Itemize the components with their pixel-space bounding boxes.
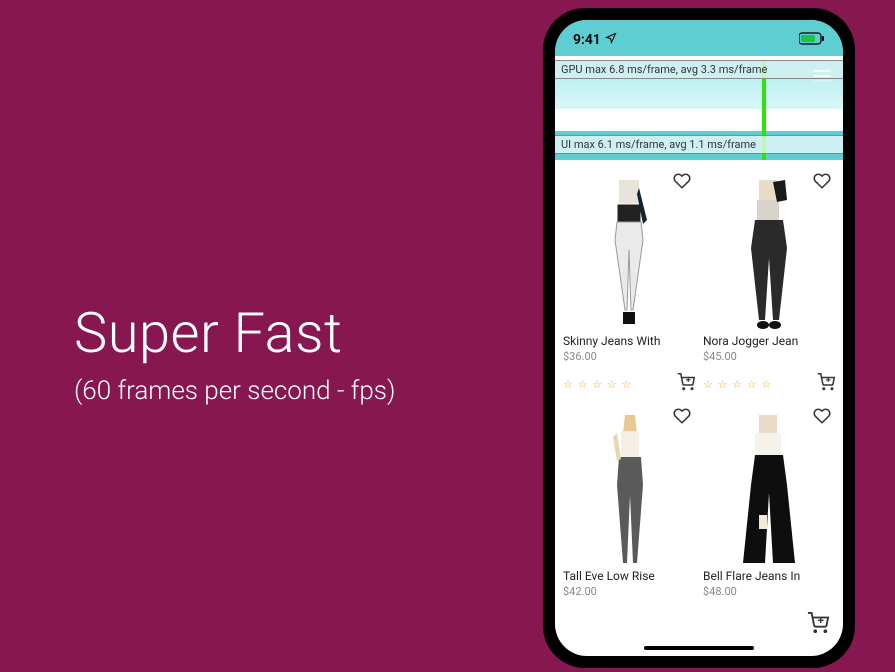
ui-perf-row: UI max 6.1 ms/frame, avg 1.1 ms/frame (555, 135, 843, 154)
product-card[interactable]: Nora Jogger Jean $45.00 ☆ ☆ ☆ ☆ ☆ (703, 164, 835, 395)
status-bar: 9:41 (555, 20, 843, 56)
phone-mockup: 9:41 GPU max 6.8 ms/frame, avg 3.3 ms/fr… (543, 8, 855, 668)
phone-screen: 9:41 GPU max 6.8 ms/frame, avg 3.3 ms/fr… (555, 20, 843, 656)
battery-icon (799, 32, 825, 49)
status-time: 9:41 (573, 32, 601, 48)
slide-subtitle: (60 frames per second - fps) (74, 376, 395, 406)
location-arrow-icon (605, 32, 617, 48)
product-title: Bell Flare Jeans In (703, 569, 835, 583)
product-price: $45.00 (703, 350, 835, 363)
product-title: Skinny Jeans With (563, 334, 695, 348)
home-indicator[interactable] (644, 646, 754, 650)
product-price: $42.00 (563, 585, 695, 598)
product-title: Tall Eve Low Rise (563, 569, 695, 583)
product-grid[interactable]: Skinny Jeans With $36.00 ☆ ☆ ☆ ☆ ☆ (555, 160, 843, 598)
slide-title: Super Fast (74, 300, 395, 366)
gpu-perf-row: GPU max 6.8 ms/frame, avg 3.3 ms/frame (555, 60, 843, 79)
rating-stars[interactable]: ☆ ☆ ☆ ☆ ☆ (563, 378, 632, 391)
product-card[interactable]: Tall Eve Low Rise $42.00 (563, 399, 695, 598)
performance-overlay: GPU max 6.8 ms/frame, avg 3.3 ms/frame U… (555, 60, 843, 160)
heart-icon[interactable] (813, 407, 831, 429)
rating-stars[interactable]: ☆ ☆ ☆ ☆ ☆ (703, 378, 772, 391)
heart-icon[interactable] (813, 172, 831, 194)
add-to-cart-icon[interactable] (677, 373, 695, 395)
product-price: $48.00 (703, 585, 835, 598)
product-price: $36.00 (563, 350, 695, 363)
heart-icon[interactable] (673, 407, 691, 429)
add-to-cart-icon[interactable] (807, 612, 829, 638)
product-card[interactable]: Bell Flare Jeans In $48.00 (703, 399, 835, 598)
product-title: Nora Jogger Jean (703, 334, 835, 348)
heart-icon[interactable] (673, 172, 691, 194)
add-to-cart-icon[interactable] (817, 373, 835, 395)
product-card[interactable]: Skinny Jeans With $36.00 ☆ ☆ ☆ ☆ ☆ (563, 164, 695, 395)
